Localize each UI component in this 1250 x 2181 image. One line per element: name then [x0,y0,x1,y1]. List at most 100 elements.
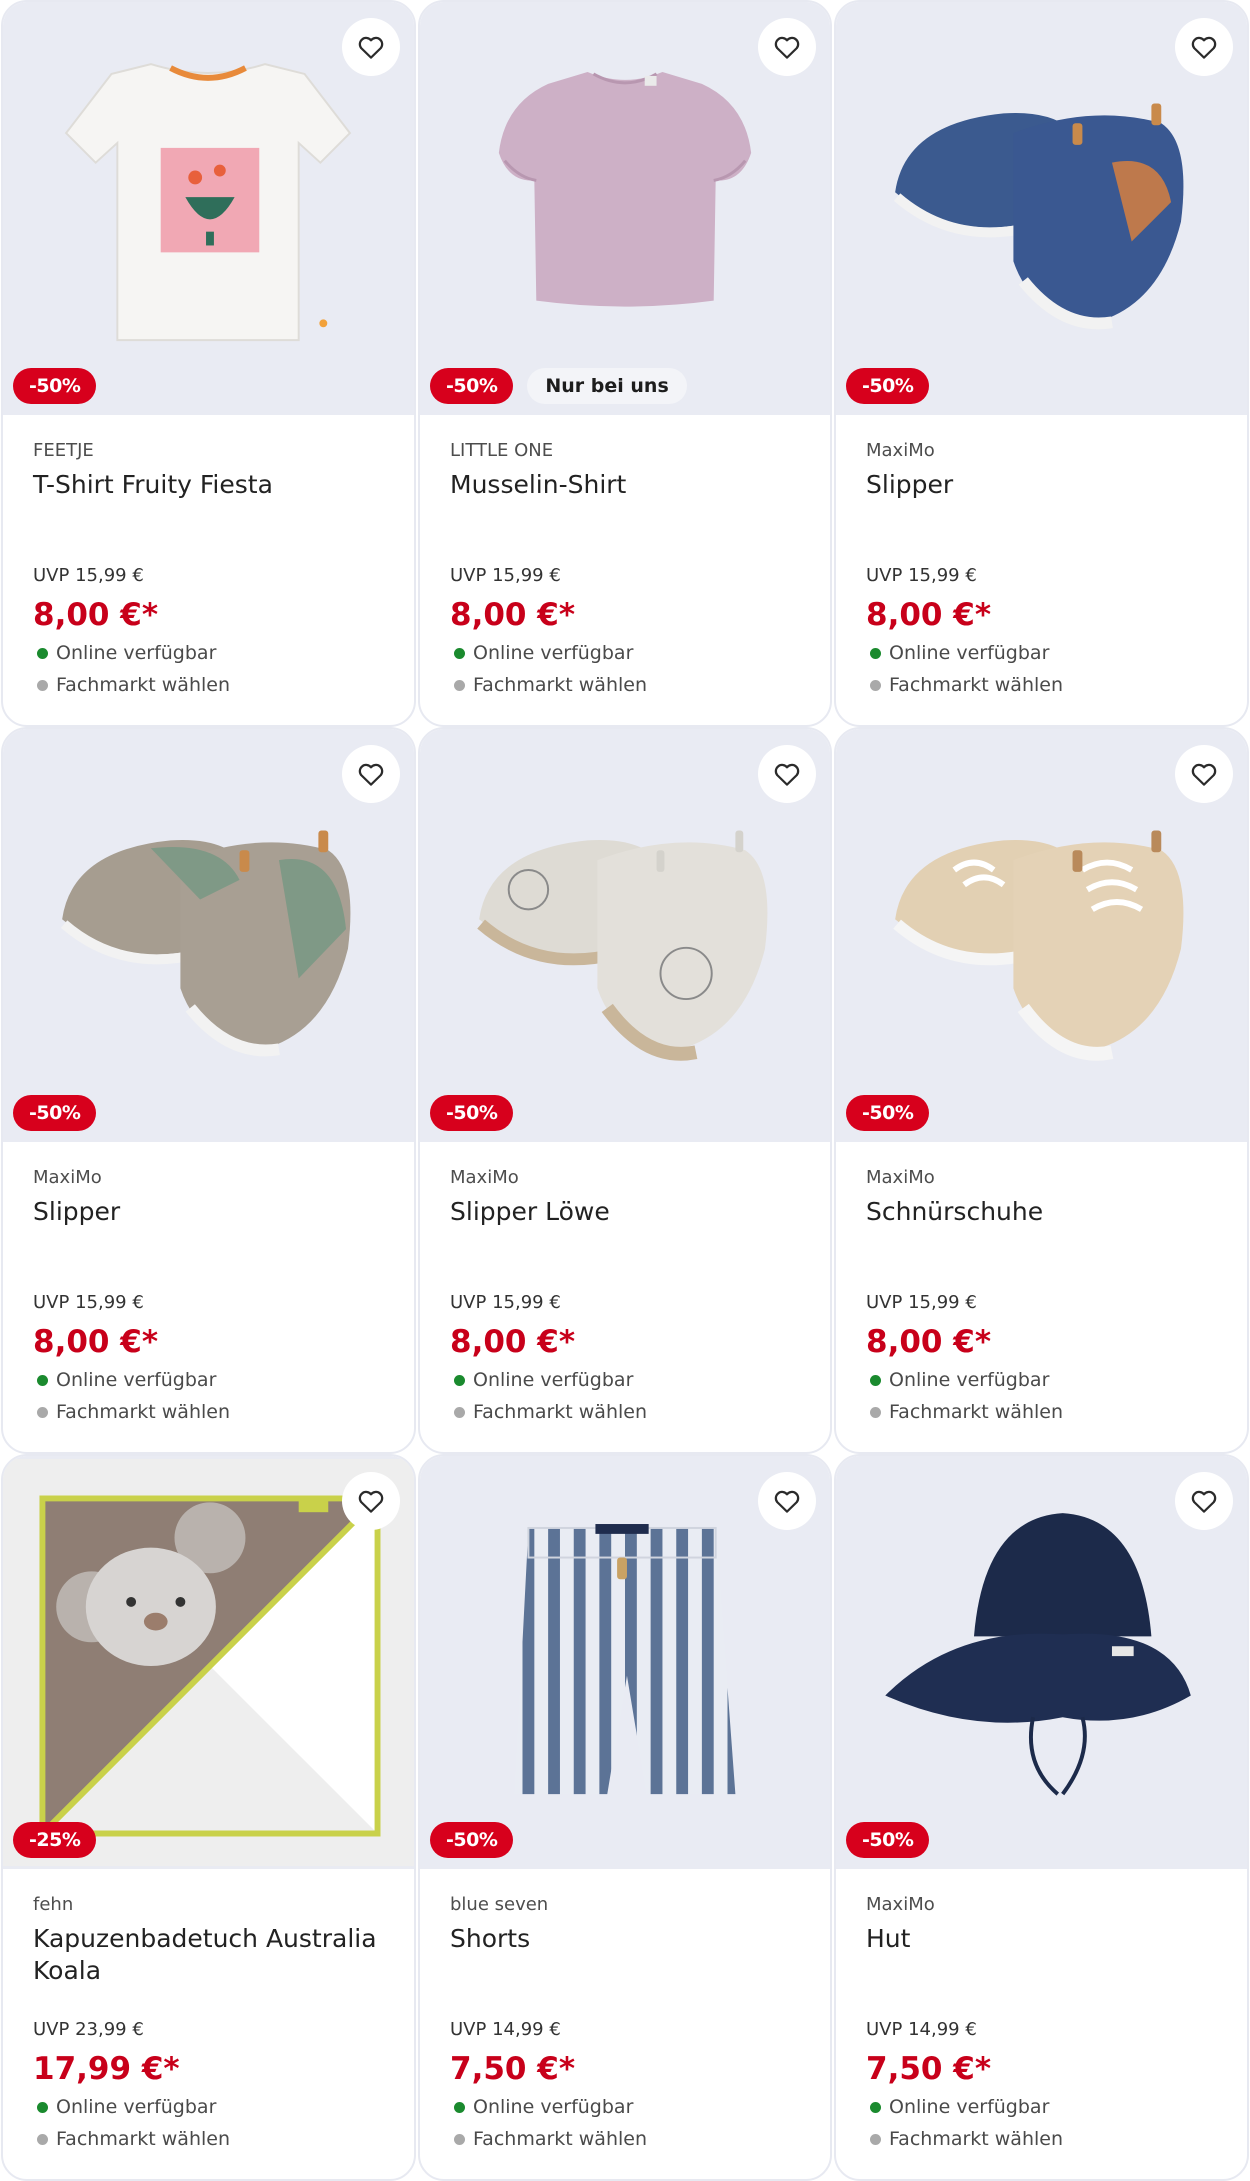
online-availability: Online verfügbar [866,2091,1227,2123]
online-availability: Online verfügbar [33,637,394,669]
heart-icon [358,36,384,59]
wishlist-button[interactable] [342,745,400,803]
store-dot-icon [37,1406,48,1418]
exclusive-badge: Nur bei uns [527,368,687,404]
product-card[interactable]: -50% MaxiMo Slipper UVP 15,99 € 8,00 €* … [834,0,1249,727]
store-dot-icon [454,2133,465,2145]
discount-badge: -50% [846,1822,930,1858]
product-title[interactable]: Slipper [866,469,1227,565]
heart-icon [774,763,800,786]
product-image[interactable]: -50% [420,1456,830,1869]
store-select[interactable]: Fachmarkt wählen [866,1396,1227,1428]
store-select[interactable]: Fachmarkt wählen [450,1396,810,1428]
online-availability: Online verfügbar [33,1364,394,1396]
store-label[interactable]: Fachmarkt wählen [473,2123,647,2155]
product-title[interactable]: Schnürschuhe [866,1196,1227,1292]
product-uvp: UVP 14,99 € [450,2019,561,2040]
badges: -25% [13,1822,97,1858]
store-select[interactable]: Fachmarkt wählen [33,2123,394,2155]
store-label[interactable]: Fachmarkt wählen [473,669,647,701]
product-price: 8,00 €* [450,1324,576,1360]
online-availability: Online verfügbar [450,637,810,669]
product-title[interactable]: Slipper Löwe [450,1196,810,1292]
available-dot-icon [870,2101,881,2113]
product-title[interactable]: T-Shirt Fruity Fiesta [33,469,394,565]
product-image[interactable]: -50% [3,729,414,1142]
store-select[interactable]: Fachmarkt wählen [450,669,810,701]
store-label[interactable]: Fachmarkt wählen [889,2123,1063,2155]
product-image[interactable]: -50% Nur bei uns [420,2,830,415]
product-uvp: UVP 14,99 € [866,2019,977,2040]
store-label[interactable]: Fachmarkt wählen [56,1396,230,1428]
wishlist-button[interactable] [342,1472,400,1530]
store-select[interactable]: Fachmarkt wählen [33,1396,394,1428]
wishlist-button[interactable] [342,18,400,76]
store-select[interactable]: Fachmarkt wählen [866,669,1227,701]
badges: -50% [846,368,930,404]
product-title[interactable]: Shorts [450,1923,810,2019]
product-image[interactable]: -25% [3,1456,414,1869]
product-card[interactable]: -25% fehn Kapuzenbadetuch Australia Koal… [1,1454,416,2181]
product-info: blue seven Shorts UVP 14,99 € 7,50 €* On… [450,1894,810,2155]
store-select[interactable]: Fachmarkt wählen [450,2123,810,2155]
store-label[interactable]: Fachmarkt wählen [889,669,1063,701]
product-image[interactable]: -50% [836,1456,1247,1869]
heart-icon [774,1490,800,1513]
product-card[interactable]: -50% FEETJE T-Shirt Fruity Fiesta UVP 15… [1,0,416,727]
product-uvp: UVP 15,99 € [33,1292,144,1313]
product-price: 17,99 €* [33,2051,180,2087]
wishlist-button[interactable] [758,18,816,76]
store-label[interactable]: Fachmarkt wählen [56,669,230,701]
badges: -50% [430,1822,514,1858]
product-price: 7,50 €* [450,2051,576,2087]
product-image[interactable]: -50% [836,2,1247,415]
available-dot-icon [37,2101,48,2113]
wishlist-button[interactable] [1175,18,1233,76]
store-select[interactable]: Fachmarkt wählen [866,2123,1227,2155]
product-info: MaxiMo Hut UVP 14,99 € 7,50 €* Online ve… [866,1894,1227,2155]
online-label: Online verfügbar [889,642,1050,664]
wishlist-button[interactable] [758,745,816,803]
online-label: Online verfügbar [473,642,634,664]
discount-badge: -50% [846,368,930,404]
store-label[interactable]: Fachmarkt wählen [889,1396,1063,1428]
product-card[interactable]: -50% MaxiMo Schnürschuhe UVP 15,99 € 8,0… [834,727,1249,1454]
product-card[interactable]: -50% blue seven Shorts UVP 14,99 € 7,50 … [418,1454,832,2181]
product-price: 8,00 €* [33,597,159,633]
product-title[interactable]: Kapuzenbadetuch Australia Koala [33,1923,394,2019]
store-dot-icon [454,1406,465,1418]
wishlist-button[interactable] [758,1472,816,1530]
available-dot-icon [870,1374,881,1386]
badges: -50% Nur bei uns [430,368,687,404]
online-availability: Online verfügbar [866,1364,1227,1396]
badges: -50% [846,1822,930,1858]
store-dot-icon [37,2133,48,2145]
product-title[interactable]: Hut [866,1923,1227,2019]
product-uvp: UVP 15,99 € [866,1292,977,1313]
product-title[interactable]: Slipper [33,1196,394,1292]
product-info: MaxiMo Slipper UVP 15,99 € 8,00 €* Onlin… [866,440,1227,701]
available-dot-icon [870,647,881,659]
product-info: MaxiMo Schnürschuhe UVP 15,99 € 8,00 €* … [866,1167,1227,1428]
product-info: MaxiMo Slipper Löwe UVP 15,99 € 8,00 €* … [450,1167,810,1428]
product-image[interactable]: -50% [836,729,1247,1142]
available-dot-icon [37,1374,48,1386]
product-image[interactable]: -50% [3,2,414,415]
product-image[interactable]: -50% [420,729,830,1142]
product-uvp: UVP 15,99 € [450,1292,561,1313]
product-card[interactable]: -50% MaxiMo Hut UVP 14,99 € 7,50 €* Onli… [834,1454,1249,2181]
wishlist-button[interactable] [1175,745,1233,803]
product-card[interactable]: -50% MaxiMo Slipper Löwe UVP 15,99 € 8,0… [418,727,832,1454]
product-info: fehn Kapuzenbadetuch Australia Koala UVP… [33,1894,394,2155]
online-label: Online verfügbar [889,2096,1050,2118]
product-grid: -50% FEETJE T-Shirt Fruity Fiesta UVP 15… [0,0,1250,2181]
product-card[interactable]: -50% MaxiMo Slipper UVP 15,99 € 8,00 €* … [1,727,416,1454]
wishlist-button[interactable] [1175,1472,1233,1530]
store-dot-icon [870,2133,881,2145]
product-card[interactable]: -50% Nur bei uns LITTLE ONE Musselin-Shi… [418,0,832,727]
product-title[interactable]: Musselin-Shirt [450,469,810,565]
store-label[interactable]: Fachmarkt wählen [56,2123,230,2155]
store-label[interactable]: Fachmarkt wählen [473,1396,647,1428]
store-select[interactable]: Fachmarkt wählen [33,669,394,701]
product-price: 8,00 €* [33,1324,159,1360]
